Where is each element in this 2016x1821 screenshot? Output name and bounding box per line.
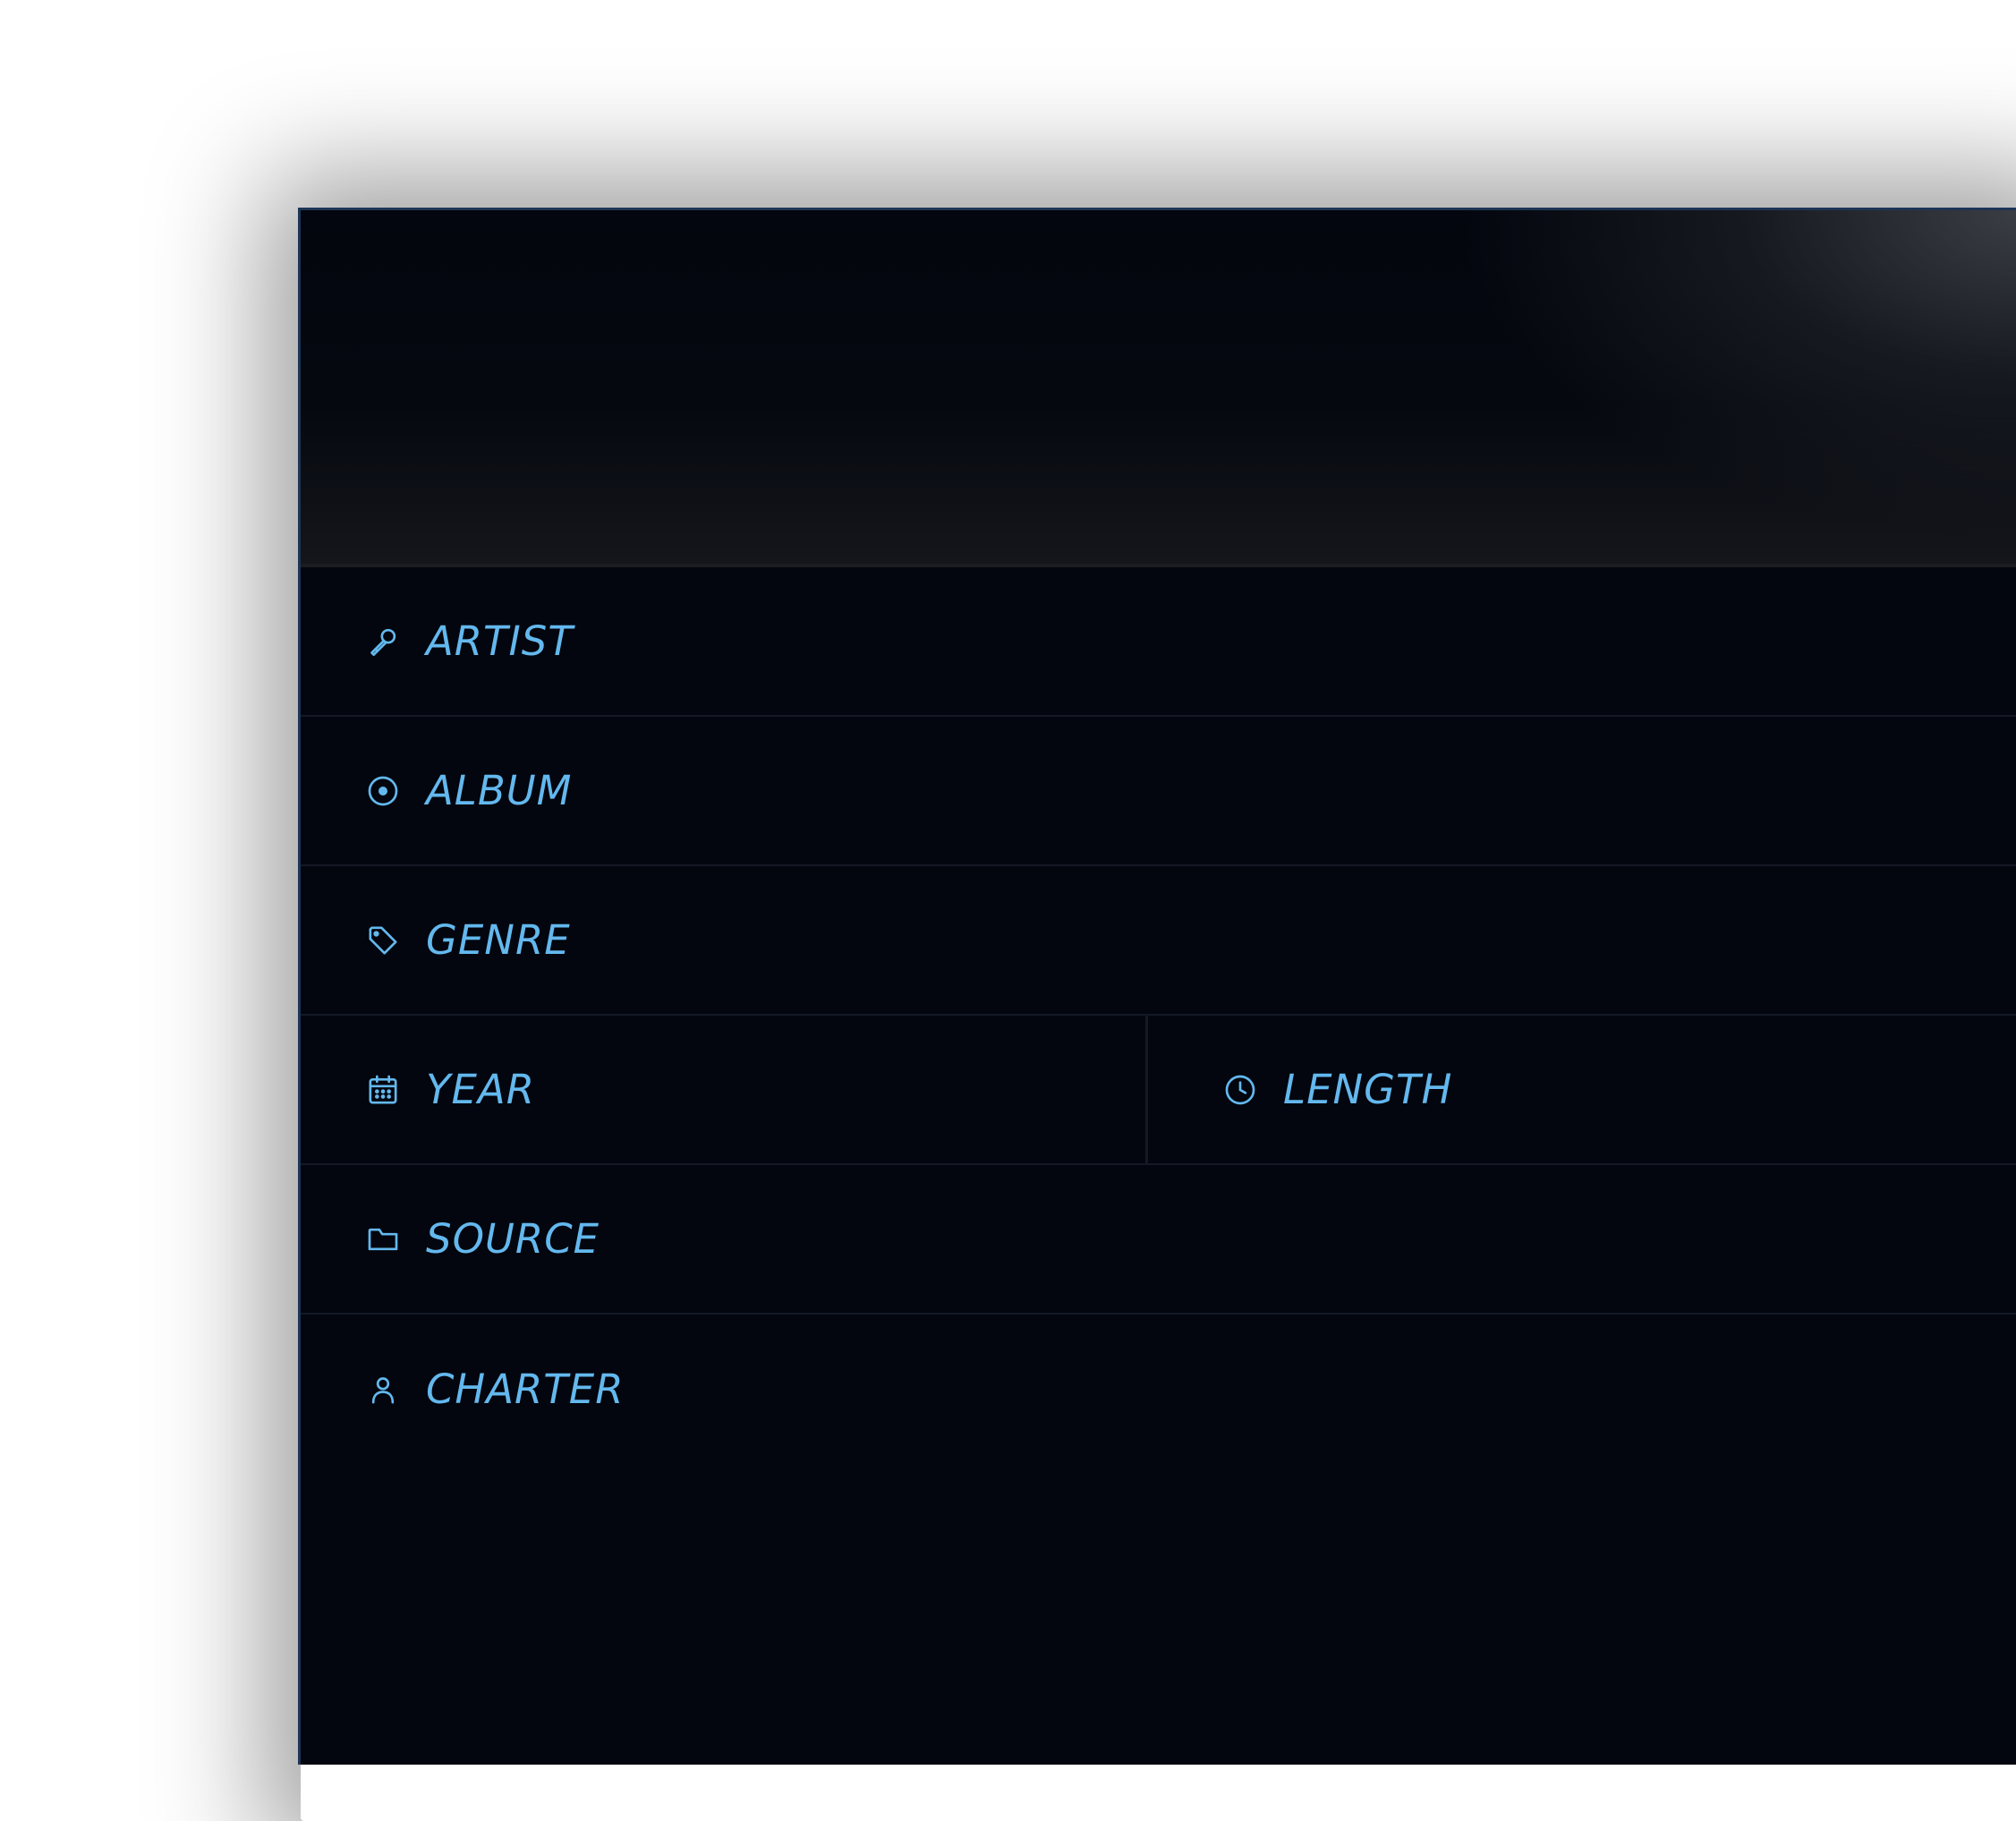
length-field[interactable]: LENGTH	[1148, 1016, 2016, 1163]
album-field[interactable]: ALBUM	[301, 717, 2016, 864]
year-field[interactable]: YEAR	[301, 1016, 1148, 1163]
album-row[interactable]: ALBUM	[301, 717, 2016, 866]
genre-row[interactable]: GENRE	[301, 866, 2016, 1016]
artist-label: ARTIST	[426, 617, 574, 665]
genre-field[interactable]: GENRE	[301, 866, 2016, 1014]
source-label: SOURCE	[426, 1215, 600, 1263]
source-field[interactable]: SOURCE	[301, 1165, 2016, 1313]
artist-field[interactable]: ARTIST	[301, 567, 2016, 715]
year-length-row: YEAR LENGTH	[301, 1016, 2016, 1165]
disc-icon	[365, 773, 401, 809]
charter-field[interactable]: CHARTER	[301, 1315, 2016, 1464]
charter-label: CHARTER	[426, 1366, 625, 1413]
folder-icon	[365, 1221, 401, 1257]
calendar-icon	[365, 1072, 401, 1108]
charter-row[interactable]: CHARTER	[301, 1315, 2016, 1464]
artist-row[interactable]: ARTIST	[301, 567, 2016, 717]
clock-icon	[1222, 1072, 1258, 1108]
microphone-icon	[365, 624, 401, 659]
tag-icon	[365, 923, 401, 958]
source-row[interactable]: SOURCE	[301, 1165, 2016, 1315]
song-info-panel: ARTIST ALBUM GENRE YEAR LENGTH SOURCE CH…	[298, 208, 2016, 1765]
album-label: ALBUM	[426, 767, 573, 814]
length-label: LENGTH	[1283, 1066, 1453, 1113]
genre-label: GENRE	[426, 916, 571, 964]
album-art-header	[301, 210, 2016, 567]
user-icon	[365, 1372, 401, 1408]
year-label: YEAR	[426, 1066, 535, 1113]
metadata-list: ARTIST ALBUM GENRE YEAR LENGTH SOURCE CH…	[301, 567, 2016, 1464]
